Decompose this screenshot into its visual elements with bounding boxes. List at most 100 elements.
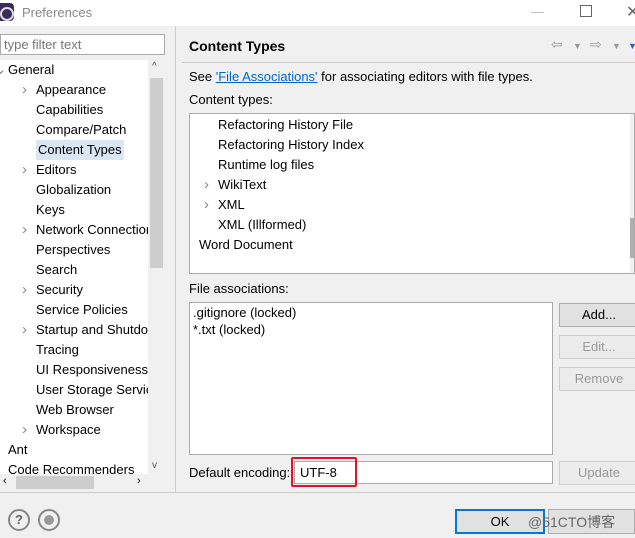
sash-divider[interactable] [175,26,176,492]
see-file-associations-text: See 'File Associations' for associating … [189,69,533,84]
item-label: Editors [36,162,77,177]
see-prefix: See [189,69,216,84]
add-button[interactable]: Add... [559,303,635,327]
tree-item[interactable]: User Storage Service [36,380,148,400]
tree-item[interactable]: › Editors [22,160,77,180]
item-label: UI Responsiveness [36,362,148,377]
content-type-item[interactable]: Refactoring History File [218,115,353,135]
chevron-right-icon[interactable]: › [22,80,27,100]
content-types-label: Content types: [189,92,273,107]
item-label: User Storage Service [36,382,148,397]
eclipse-app-icon [0,3,14,21]
item-label: Runtime log files [218,157,315,172]
chevron-right-icon[interactable]: › [22,160,27,180]
content-types-scroll-thumb[interactable] [630,218,634,258]
tree-item[interactable]: Content Types [36,140,124,160]
forward-icon[interactable]: ⇨ [590,36,602,53]
edit-button[interactable]: Edit... [559,335,635,359]
tree-item[interactable]: › Security [22,280,83,300]
item-label: Keys [36,202,65,217]
item-label: General [8,62,55,77]
close-button[interactable]: ✕ [626,2,635,22]
tree-item[interactable]: Web Browser [36,400,114,420]
tree-item[interactable]: ⌄ General [0,60,55,80]
item-label: Code Recommenders [8,462,135,474]
content-type-item[interactable]: › XML [204,195,245,215]
tree-item[interactable]: › Startup and Shutdown [22,320,148,340]
tree-scroll-thumb[interactable] [150,78,163,268]
tree-item[interactable]: › Appearance [22,80,107,100]
tree-item[interactable]: Keys [36,200,65,220]
chevron-right-icon[interactable]: › [22,320,27,340]
tree-item[interactable]: ›Ant [8,440,28,460]
help-icon[interactable]: ? [8,509,30,531]
item-label: Workspace [36,422,101,437]
file-associations-list[interactable]: .gitignore (locked) *.txt (locked) [189,302,553,455]
content-type-item[interactable]: Runtime log files [218,155,314,175]
tree-item[interactable]: Search [36,260,77,280]
item-label: Perspectives [36,242,111,257]
file-association-item[interactable]: *.txt (locked) [193,321,265,341]
see-suffix: for associating editors with file types. [317,69,533,84]
item-label: Security [36,282,83,297]
content-type-item[interactable]: Refactoring History Index [218,135,364,155]
item-label: Web Browser [36,402,114,417]
chevron-right-icon[interactable]: › [204,195,209,215]
oomph-preference-icon[interactable] [38,509,60,531]
tree-item[interactable]: Globalization [36,180,111,200]
title-bar: Preferences — ✕ [0,0,635,26]
back-menu-icon[interactable]: ▼ [573,41,582,51]
chevron-right-icon[interactable]: › [204,175,209,195]
tree-item[interactable]: Compare/Patch [36,120,126,140]
chevron-right-icon[interactable]: › [22,220,27,240]
back-icon[interactable]: ⇦ [551,36,563,53]
item-label: Search [36,262,78,277]
content-type-item[interactable]: Word Document [199,235,293,255]
window-title: Preferences [22,5,93,20]
view-menu-icon[interactable]: ▼ [628,41,635,51]
page-title: Content Types [189,38,286,54]
tree-hscroll-thumb[interactable] [16,476,94,489]
file-associations-label: File associations: [189,281,289,296]
content-types-tree[interactable]: Refactoring History File Refactoring Hist… [189,113,635,274]
preferences-tree[interactable]: ⌄ General › Appearance Capabilities Compare/P… [0,60,148,474]
tree-item[interactable]: Perspectives [36,240,110,260]
item-label: Startup and Shutdown [36,322,148,337]
dialog-footer: ? OK @51CTO博客 [0,492,635,538]
item-label: XML (Illformed) [218,217,307,232]
chevron-right-icon[interactable]: › [22,420,27,440]
tree-item[interactable]: ›Code Recommenders [8,460,134,474]
file-associations-link[interactable]: 'File Associations' [216,69,318,84]
tree-item[interactable]: › Workspace [22,420,101,440]
item-label: Refactoring History File [218,117,354,132]
update-button[interactable]: Update [559,461,635,485]
tree-item[interactable]: › Network Connections [22,220,148,240]
item-label: Globalization [36,182,112,197]
chevron-right-icon[interactable]: › [22,280,27,300]
item-label: Capabilities [36,102,104,117]
maximize-button[interactable] [580,5,592,17]
tree-item[interactable]: Capabilities [36,100,103,120]
chevron-down-icon[interactable]: ⌄ [0,60,7,80]
item-label: Tracing [36,342,79,357]
item-label: Word Document [199,237,293,252]
remove-button[interactable]: Remove [559,367,635,391]
highlight-box [291,457,357,487]
tree-item[interactable]: Service Policies [36,300,128,320]
content-type-item[interactable]: XML (Illformed) [218,215,306,235]
item-label: Ant [8,442,28,457]
item-label: WikiText [218,177,267,192]
minimize-button[interactable]: — [531,4,544,19]
item-label: Refactoring History Index [218,137,364,152]
item-label: Network Connections [36,222,148,237]
default-encoding-label: Default encoding: [189,465,291,480]
content-type-item[interactable]: › WikiText [204,175,267,195]
item-label: Content Types [38,142,122,157]
filter-input[interactable] [0,34,165,55]
item-label: XML [218,197,245,212]
tree-item[interactable]: Tracing [36,340,79,360]
forward-menu-icon[interactable]: ▼ [612,41,621,51]
item-label: Service Policies [36,302,128,317]
tree-item[interactable]: UI Responsiveness [36,360,148,380]
item-label: Appearance [36,82,107,97]
